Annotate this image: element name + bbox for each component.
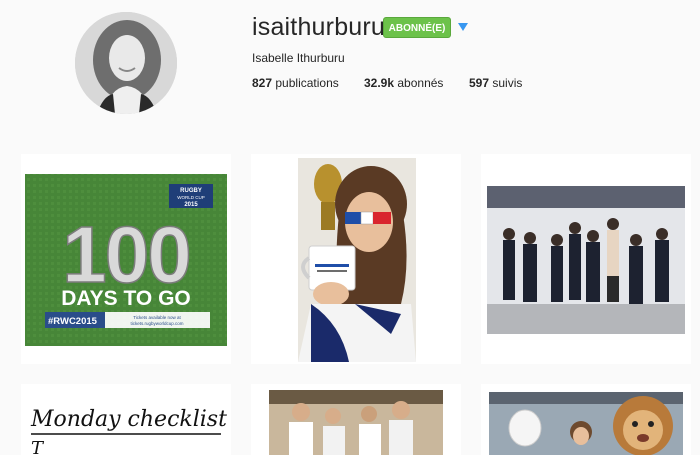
badge-year-text: 2015 (184, 202, 198, 208)
post-tile[interactable] (481, 154, 691, 364)
post-tile[interactable]: RUGBY WORLD CUP 2015 100 DAYS TO GO #RWC… (21, 154, 231, 364)
publications-count: 827 (252, 76, 273, 90)
profile-avatar[interactable] (75, 12, 177, 114)
post-image-group (481, 154, 691, 364)
svg-text:T: T (31, 438, 45, 455)
stat-following[interactable]: 597 suivis (469, 76, 522, 90)
triangle-down-icon[interactable] (457, 21, 469, 33)
followers-count: 32.9k (364, 76, 395, 90)
hashtag-text: #RWC2015 (48, 316, 98, 327)
following-button[interactable]: ABONNÉ(E) (383, 17, 451, 38)
publications-label: publications (275, 76, 339, 90)
post-tile[interactable] (251, 154, 461, 364)
following-count: 597 (469, 76, 490, 90)
tickets-line1: Tickets available now at (133, 315, 181, 320)
big-number-text: 100 (62, 210, 189, 299)
followers-label: abonnés (397, 76, 444, 90)
post-tile[interactable] (481, 384, 691, 455)
profile-full-name: Isabelle Ithurburu (252, 51, 345, 65)
tickets-line2: tickets.rugbyworldcup.com (130, 321, 183, 326)
post-image-rugby: RUGBY WORLD CUP 2015 100 DAYS TO GO #RWC… (21, 154, 231, 364)
stat-followers[interactable]: 32.9k abonnés (364, 76, 443, 90)
badge-top-text: RUGBY (180, 188, 202, 194)
post-image-team (251, 384, 461, 455)
checklist-title: Monday checklist (30, 407, 227, 432)
post-tile[interactable]: Monday checklist T (21, 384, 231, 455)
stat-publications[interactable]: 827 publications (252, 76, 339, 90)
post-image-checklist: Monday checklist T (21, 384, 231, 455)
following-label: suivis (492, 76, 523, 90)
post-image-selfie (251, 154, 461, 364)
profile-header: isaithurburu ABONNÉ(E) Isabelle Ithurbur… (0, 0, 700, 140)
headline-text: DAYS TO GO (61, 287, 191, 310)
post-image-mascot (481, 384, 691, 455)
badge-bottom-text: WORLD CUP (177, 195, 205, 200)
profile-username: isaithurburu (252, 13, 386, 41)
post-tile[interactable] (251, 384, 461, 455)
